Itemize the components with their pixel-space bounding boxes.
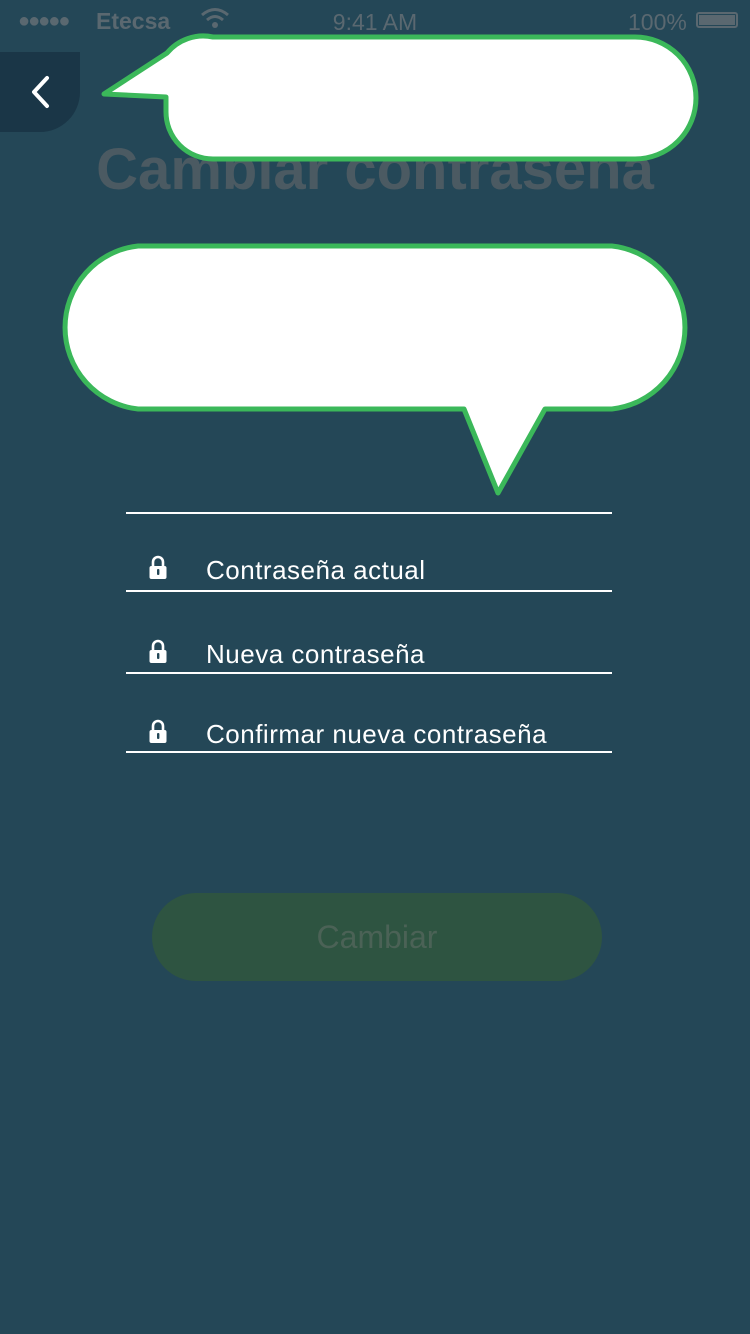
change-password-button[interactable]: Cambiar xyxy=(152,893,602,981)
confirm-password-placeholder: Confirmar nueva contraseña xyxy=(206,719,548,749)
current-password-field[interactable]: Contraseña actual xyxy=(126,551,612,591)
new-password-underline xyxy=(126,672,612,674)
lock-icon xyxy=(148,555,168,586)
confirm-password-field[interactable]: Confirmar nueva contraseña xyxy=(126,715,612,755)
new-password-placeholder: Nueva contraseña xyxy=(206,639,426,669)
form-top-divider xyxy=(126,512,612,514)
info-tooltip-bubble xyxy=(62,243,688,496)
confirm-password-underline xyxy=(126,751,612,753)
current-password-placeholder: Contraseña actual xyxy=(206,555,426,585)
current-password-underline xyxy=(126,590,612,592)
lock-icon xyxy=(148,719,168,750)
lock-icon xyxy=(148,639,168,670)
new-password-field[interactable]: Nueva contraseña xyxy=(126,635,612,675)
